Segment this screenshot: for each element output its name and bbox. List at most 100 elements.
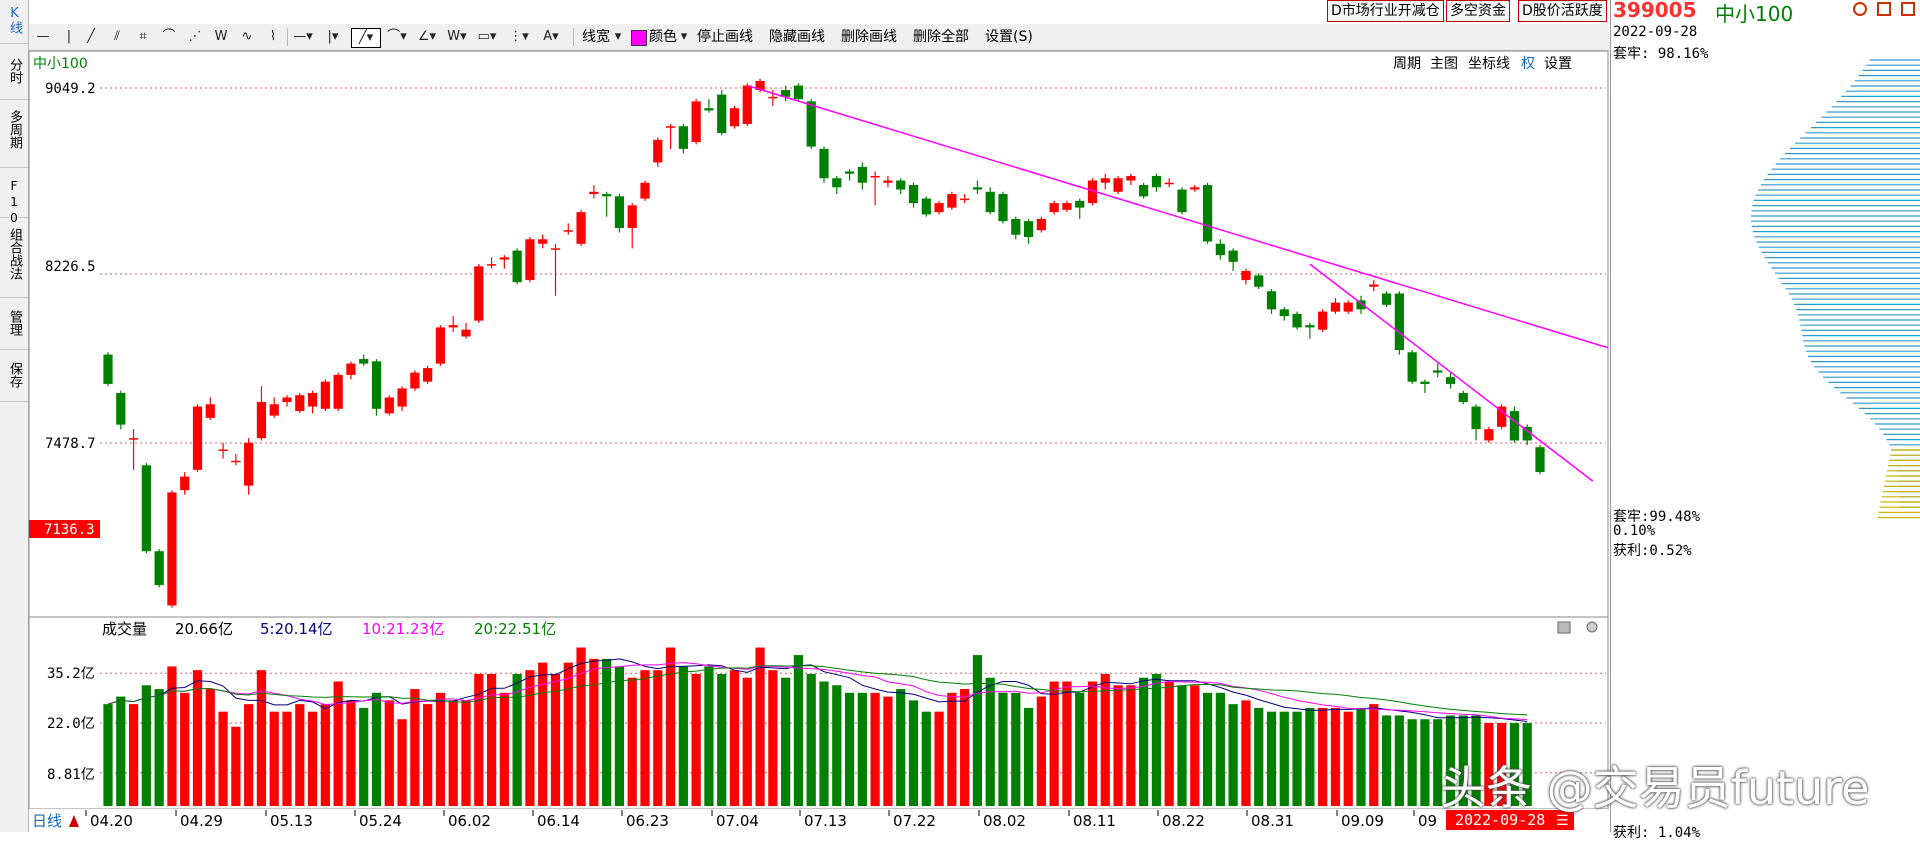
candle-body[interactable]	[512, 250, 522, 283]
volume-bar[interactable]	[1075, 692, 1085, 806]
volume-bar[interactable]	[1394, 715, 1404, 806]
candle-body[interactable]	[870, 175, 880, 178]
candle-body[interactable]	[653, 139, 663, 163]
volume-bar[interactable]	[1151, 673, 1162, 806]
candle-body[interactable]	[128, 438, 139, 440]
volume-bar[interactable]	[985, 677, 995, 806]
candle-body[interactable]	[640, 182, 650, 199]
candle-body[interactable]	[1254, 275, 1264, 287]
volume-bar[interactable]	[525, 670, 535, 806]
volume-bar[interactable]	[857, 692, 867, 806]
volume-bar[interactable]	[1023, 707, 1034, 806]
volume-bar[interactable]	[908, 700, 919, 806]
volume-bar[interactable]	[589, 658, 599, 806]
volume-bar[interactable]	[486, 673, 497, 806]
candle-body[interactable]	[1062, 203, 1072, 210]
volume-bar[interactable]	[423, 704, 433, 806]
candle-body[interactable]	[1023, 221, 1034, 238]
volume-bar[interactable]	[832, 685, 842, 806]
candle-body[interactable]	[678, 126, 688, 149]
candle-body[interactable]	[461, 329, 471, 337]
candle-body[interactable]	[1266, 291, 1277, 310]
volume-bar[interactable]	[320, 704, 330, 806]
menu-period[interactable]: 周期	[1393, 56, 1421, 72]
volume-bar[interactable]	[1279, 711, 1289, 806]
candle-body[interactable]	[167, 492, 177, 606]
volume-bar[interactable]	[1100, 673, 1110, 806]
volume-bar[interactable]	[1062, 681, 1072, 807]
volume-bar[interactable]	[1305, 707, 1315, 806]
candle-body[interactable]	[1509, 411, 1520, 441]
candle-body[interactable]	[896, 180, 906, 190]
candle-body[interactable]	[359, 359, 369, 364]
candle-body[interactable]	[538, 239, 548, 244]
volume-bar[interactable]	[921, 711, 931, 806]
candle-body[interactable]	[921, 198, 931, 215]
volume-bar[interactable]	[691, 673, 701, 806]
volume-bar[interactable]	[665, 647, 676, 806]
volume-bar[interactable]	[704, 666, 714, 806]
candle-body[interactable]	[116, 392, 126, 425]
volume-bar[interactable]	[1292, 711, 1302, 806]
volume-bar[interactable]	[1049, 681, 1059, 807]
candle-body[interactable]	[1484, 429, 1494, 441]
volume-bar[interactable]	[550, 673, 561, 806]
candle-body[interactable]	[180, 476, 190, 491]
candle-body[interactable]	[550, 248, 561, 250]
volume-bar[interactable]	[167, 666, 177, 806]
volume-bar[interactable]	[1164, 681, 1174, 807]
candle-body[interactable]	[1151, 175, 1162, 188]
candle-body[interactable]	[423, 368, 433, 382]
candle-body[interactable]	[1445, 377, 1456, 384]
volume-bar[interactable]	[205, 689, 215, 806]
candle-body[interactable]	[704, 108, 714, 111]
volume-bar[interactable]	[576, 647, 586, 806]
candle-body[interactable]	[1381, 293, 1392, 305]
volume-bar[interactable]	[640, 670, 650, 806]
volume-bar[interactable]	[295, 704, 305, 806]
candle-body[interactable]	[908, 185, 919, 204]
volume-bar[interactable]	[563, 662, 573, 806]
candle-body[interactable]	[742, 85, 752, 124]
volume-bar[interactable]	[998, 692, 1008, 806]
candle-body[interactable]	[1228, 250, 1238, 262]
candle-body[interactable]	[1305, 325, 1315, 328]
candle-body[interactable]	[269, 404, 279, 416]
candle-body[interactable]	[499, 257, 509, 260]
candle-body[interactable]	[1113, 178, 1123, 192]
candle-body[interactable]	[985, 191, 995, 213]
volume-bar[interactable]	[282, 711, 292, 806]
candle-body[interactable]	[1202, 185, 1213, 242]
volume-bar[interactable]	[1215, 692, 1225, 806]
volume-bar[interactable]	[359, 707, 369, 806]
volume-bar[interactable]	[154, 689, 164, 806]
volume-bar[interactable]	[1343, 711, 1353, 806]
candle-body[interactable]	[589, 191, 599, 195]
menu-coordinate-line[interactable]: 坐标线	[1468, 56, 1510, 72]
candle-body[interactable]	[1139, 185, 1149, 197]
candle-body[interactable]	[435, 327, 446, 364]
volume-bar[interactable]	[627, 677, 637, 806]
candle-body[interactable]	[448, 325, 458, 328]
volume-bar[interactable]	[192, 670, 203, 806]
candle-body[interactable]	[474, 266, 484, 321]
volume-bar[interactable]	[231, 726, 241, 806]
volume-bar[interactable]	[1420, 719, 1430, 806]
candle-body[interactable]	[717, 94, 727, 134]
menu-rights[interactable]: 权	[1521, 56, 1535, 72]
candle-body[interactable]	[1394, 293, 1404, 351]
candle-body[interactable]	[972, 187, 983, 190]
volume-bar[interactable]	[755, 647, 765, 806]
candle-body[interactable]	[947, 194, 957, 208]
candle-body[interactable]	[1126, 175, 1136, 181]
volume-bar[interactable]	[1087, 681, 1098, 807]
volume-bar[interactable]	[180, 692, 190, 806]
candle-body[interactable]	[525, 239, 535, 280]
volume-bar[interactable]	[870, 692, 880, 806]
candle-body[interactable]	[397, 388, 407, 407]
candle-body[interactable]	[1190, 187, 1200, 190]
candle-body[interactable]	[857, 166, 867, 183]
volume-bar[interactable]	[346, 700, 356, 806]
volume-bar[interactable]	[742, 677, 752, 806]
candle-body[interactable]	[1420, 381, 1430, 384]
